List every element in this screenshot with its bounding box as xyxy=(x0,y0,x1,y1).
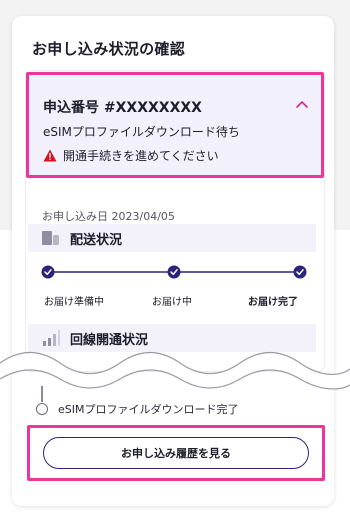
truck-icon xyxy=(42,231,59,245)
step-check-icon xyxy=(41,265,55,279)
step-label: お届け完了 xyxy=(248,297,298,308)
application-header[interactable]: 申込番号 #XXXXXXXX eSIMプロファイルダウンロード待ち 開通手続きを… xyxy=(26,72,324,178)
delivery-progress-track xyxy=(41,265,307,279)
pending-step-icon xyxy=(36,403,48,415)
application-date: お申し込み日 2023/04/05 xyxy=(42,210,175,223)
warning-icon xyxy=(43,149,57,162)
delivery-status-title: 配送状況 xyxy=(70,232,123,248)
content-break-wave xyxy=(0,352,350,390)
step-check-icon xyxy=(293,265,307,279)
activation-step-label: eSIMプロファイルダウンロード完了 xyxy=(58,403,239,416)
application-number: 申込番号 #XXXXXXXX xyxy=(43,100,202,116)
signal-icon xyxy=(43,330,60,346)
timeline-connector xyxy=(41,386,43,402)
step-check-icon xyxy=(167,265,181,279)
chevron-up-icon[interactable] xyxy=(295,99,309,109)
activation-step: eSIMプロファイルダウンロード完了 xyxy=(36,401,238,417)
step-label: お届け準備中 xyxy=(44,297,104,308)
delivery-status-section: 配送状況 xyxy=(28,224,316,252)
warning-row: 開通手続きを進めてください xyxy=(43,147,219,164)
history-button-highlight: お申し込み履歴を見る xyxy=(27,425,325,481)
delivery-steps: お届け準備中 お届け中 お届け完了 xyxy=(30,293,310,309)
step-label: お届け中 xyxy=(152,297,192,308)
card-title: お申し込み状況の確認 xyxy=(32,40,186,58)
application-status-text: eSIMプロファイルダウンロード待ち xyxy=(43,125,240,139)
warning-text: 開通手続きを進めてください xyxy=(63,149,219,163)
application-history-button[interactable]: お申し込み履歴を見る xyxy=(43,437,309,469)
